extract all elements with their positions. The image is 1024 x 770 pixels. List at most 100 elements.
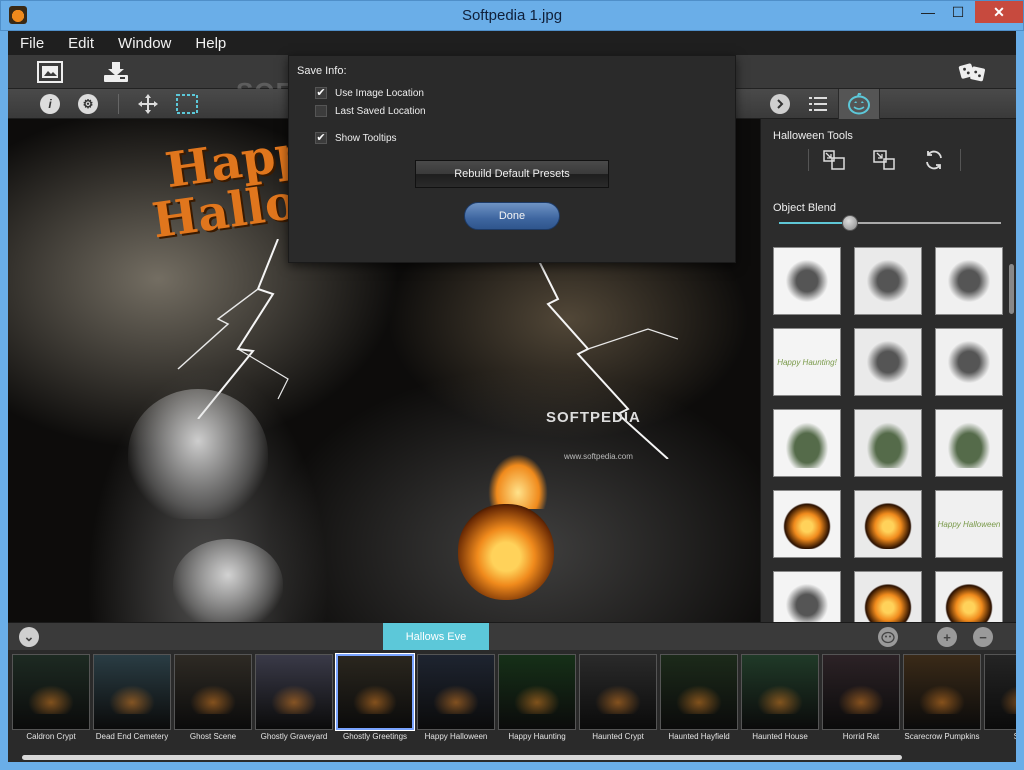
preset-label: Spoo: [984, 732, 1016, 741]
menu-help[interactable]: Help: [183, 35, 238, 52]
filmstrip-scrollbar[interactable]: [22, 755, 902, 760]
list-view-icon[interactable]: [806, 92, 830, 116]
jack-o-lantern: [458, 504, 554, 600]
save-download-icon[interactable]: [102, 60, 130, 84]
preset-image: [417, 654, 495, 730]
tab-halloween-tools[interactable]: [838, 89, 880, 119]
object-thumbnail[interactable]: [773, 247, 841, 315]
bring-forward-icon[interactable]: [819, 147, 849, 173]
preset-image: [174, 654, 252, 730]
preset-thumbnail[interactable]: Ghostly Graveyard: [255, 654, 335, 741]
window-frame-bottom: [0, 762, 1024, 770]
window-frame-left: [0, 31, 8, 762]
menu-file[interactable]: File: [8, 35, 56, 52]
preset-image: [93, 654, 171, 730]
object-thumbnail[interactable]: [935, 409, 1003, 477]
preset-thumbnail[interactable]: Caldron Crypt: [12, 654, 92, 741]
done-button[interactable]: Done: [464, 202, 560, 230]
preset-image: [822, 654, 900, 730]
preset-bar: ⌄ Hallows Eve + −: [8, 622, 1016, 651]
preset-thumbnail[interactable]: Ghostly Greetings: [335, 653, 416, 741]
halloween-tools-panel: Halloween Tools Object Blend Happy Haunt…: [760, 119, 1016, 639]
info-icon[interactable]: i: [38, 92, 62, 116]
object-thumbnail[interactable]: [854, 328, 922, 396]
preset-thumbnail[interactable]: Happy Halloween: [417, 654, 497, 741]
object-thumbnail[interactable]: [935, 247, 1003, 315]
preset-image: [12, 654, 90, 730]
thumbnail-graphic: [863, 256, 913, 306]
option-label: Last Saved Location: [335, 105, 426, 117]
preset-image: [498, 654, 576, 730]
preset-label: Haunted Hayfield: [668, 732, 730, 741]
collapse-icon[interactable]: ⌄: [19, 627, 39, 647]
thumbnail-graphic: [782, 256, 832, 306]
pumpkin-flame: [488, 454, 548, 509]
preset-thumbnail[interactable]: Haunted House: [741, 654, 821, 741]
settings-icon[interactable]: ⚙: [76, 92, 100, 116]
preset-thumbnail[interactable]: Happy Haunting: [498, 654, 578, 741]
object-thumbnail[interactable]: Happy Haunting!: [773, 328, 841, 396]
option-label: Show Tooltips: [335, 132, 397, 144]
preset-thumbnail[interactable]: Ghost Scene: [174, 654, 254, 741]
minimize-button[interactable]: —: [913, 1, 943, 23]
preset-label: Horrid Rat: [842, 732, 880, 741]
preset-tab-hallows-eve[interactable]: Hallows Eve: [383, 623, 489, 651]
remove-preset-icon[interactable]: −: [973, 627, 993, 647]
object-thumbnail[interactable]: [773, 490, 841, 558]
object-blend-label: Object Blend: [773, 202, 836, 214]
object-blend-slider[interactable]: [779, 222, 1001, 224]
window-frame-right: [1016, 31, 1024, 762]
preset-thumbnail[interactable]: Haunted Crypt: [579, 654, 659, 741]
dice-icon[interactable]: [958, 60, 986, 84]
option-use-image-location[interactable]: ✔ Use Image Location: [315, 87, 424, 99]
object-thumbnail[interactable]: Happy Halloween: [935, 490, 1003, 558]
send-backward-icon[interactable]: [869, 147, 899, 173]
object-thumbnail[interactable]: [935, 328, 1003, 396]
slider-fill: [779, 222, 851, 224]
maximize-button[interactable]: ☐: [943, 1, 973, 23]
close-button[interactable]: ✕: [975, 1, 1023, 23]
open-image-icon[interactable]: [36, 60, 64, 84]
window-title: Softpedia 1.jpg: [461, 7, 563, 24]
preset-image: [741, 654, 819, 730]
checkbox-show-tooltips[interactable]: ✔: [315, 132, 327, 144]
menu-window[interactable]: Window: [106, 35, 183, 52]
preset-thumbnail[interactable]: Scarecrow Pumpkins: [903, 654, 983, 741]
thumbnail-graphic: [863, 499, 913, 549]
checkbox-use-image-location[interactable]: ✔: [315, 87, 327, 99]
preset-thumbnail[interactable]: Spoo: [984, 654, 1016, 741]
expand-right-icon[interactable]: [768, 92, 792, 116]
toolbar-divider: [118, 94, 119, 114]
object-thumbnail[interactable]: [854, 247, 922, 315]
preset-thumbnail[interactable]: Horrid Rat: [822, 654, 902, 741]
object-thumbnail[interactable]: [854, 409, 922, 477]
thumbnail-graphic: [782, 499, 832, 549]
preset-image: [903, 654, 981, 730]
thumbnail-graphic: [863, 418, 913, 468]
save-info-popup: Save Info: ✔ Use Image Location Last Sav…: [288, 55, 736, 263]
move-icon[interactable]: [136, 92, 160, 116]
checkbox-last-saved-location[interactable]: [315, 105, 327, 117]
add-preset-icon[interactable]: +: [937, 627, 957, 647]
lightning-right: [537, 259, 678, 459]
thumbnail-graphic: [944, 337, 994, 387]
rebuild-presets-button[interactable]: Rebuild Default Presets: [415, 160, 609, 188]
preset-image: [984, 654, 1016, 730]
preset-pumpkin-icon[interactable]: [878, 627, 898, 647]
preset-thumbnail[interactable]: Haunted Hayfield: [660, 654, 740, 741]
option-last-saved-location[interactable]: Last Saved Location: [315, 105, 426, 117]
selection-icon[interactable]: [175, 92, 199, 116]
panel-scrollbar[interactable]: [1009, 264, 1014, 314]
pumpkin-icon: [848, 93, 870, 115]
canvas-softpedia-text: SOFTPEDIA: [546, 409, 641, 426]
object-thumbnail[interactable]: [773, 409, 841, 477]
slider-thumb[interactable]: [842, 215, 859, 231]
menu-edit[interactable]: Edit: [56, 35, 106, 52]
preset-thumbnail[interactable]: Dead End Cemetery: [93, 654, 173, 741]
object-thumbnail[interactable]: [854, 490, 922, 558]
option-show-tooltips[interactable]: ✔ Show Tooltips: [315, 132, 397, 144]
thumbnail-graphic: [944, 256, 994, 306]
preset-label: Ghost Scene: [189, 732, 237, 741]
preset-label: Ghostly Graveyard: [260, 732, 328, 741]
rotate-icon[interactable]: [919, 147, 949, 173]
